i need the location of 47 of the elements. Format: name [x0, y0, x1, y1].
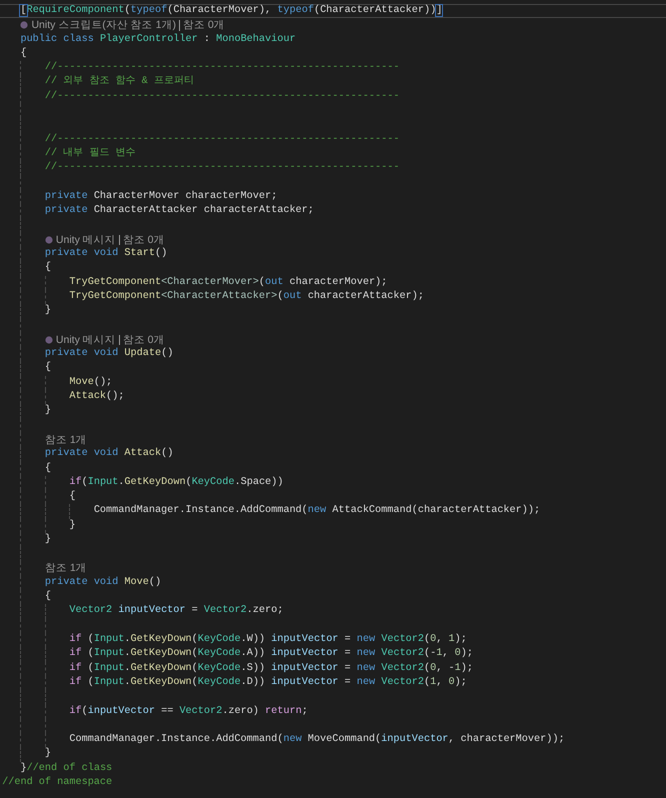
code-line: TryGetComponent<CharacterMover>(out characterMover); [69, 276, 388, 290]
code-line: if(inputVector == Vector2.zero) return; [69, 704, 308, 719]
code-line: private CharacterMover characterMover; [44, 190, 278, 204]
code-line: // 외부 참조 함수 & 프로퍼티 [44, 75, 194, 90]
code-line: { [69, 490, 76, 504]
code-line: if (Input.GetKeyDown(KeyCode.S)) inputVector = new Vector2(0, -1); [69, 662, 473, 676]
code-line: Move(); [69, 376, 112, 390]
code-line: if (Input.GetKeyDown(KeyCode.W)) inputVector = new Vector2(0, 1); [69, 633, 467, 648]
code-line: CommandManager.Instance.AddCommand(new AttackCommand(characterAttacker)); [94, 504, 540, 518]
code-line: //-------------------------------------------------------- [44, 90, 400, 104]
code-line: } [44, 747, 52, 762]
code-lens-link[interactable]: Unity 메시지 [56, 234, 116, 246]
code-line: private void Move() [44, 576, 162, 590]
code-line: Attack(); [69, 390, 124, 404]
code-line: //-------------------------------------------------------- [44, 132, 400, 147]
code-line: CommandManager.Instance.AddCommand(new MoveCommand(inputVector, characterMover)); [69, 733, 565, 748]
code-line: // 내부 필드 변수 [44, 146, 136, 161]
code-line: //-------------------------------------------------------- [44, 61, 400, 76]
code-lens-link[interactable]: Unity 메시지 [56, 334, 116, 346]
code-line: { [44, 590, 52, 604]
code-line: } [44, 304, 52, 318]
code-line: } [69, 518, 76, 533]
code-line: } [44, 404, 52, 418]
code-line: private void Start() [44, 247, 168, 262]
code-line: public class PlayerController : MonoBehaviour [20, 32, 296, 47]
code-lens-link[interactable]: 참조 1개 [44, 563, 87, 574]
code-line: private CharacterAttacker characterAttacker; [44, 204, 314, 218]
code-line: { [20, 46, 27, 61]
code-line: { [44, 261, 52, 276]
code-line: }//end of class [20, 762, 112, 776]
code-line: { [44, 361, 52, 376]
code-lens-link[interactable]: 참조 1개 [44, 434, 87, 446]
code-line: TryGetComponent<CharacterAttacker>(out characterAttacker); [69, 290, 424, 304]
code-line: { [44, 462, 52, 476]
code-line: //end of namespace [2, 776, 112, 790]
code-lens-link[interactable]: 참조 0개 [182, 20, 225, 31]
code-line: private void Attack() [44, 447, 174, 462]
code-line: private void Update() [44, 347, 174, 362]
code-line: if(Input.GetKeyDown(KeyCode.Space)) [69, 476, 284, 490]
code-line: if (Input.GetKeyDown(KeyCode.D)) inputVector = new Vector2(1, 0); [69, 676, 467, 690]
code-line: Vector2 inputVector = Vector2.zero; [69, 604, 284, 618]
code-lens-link[interactable]: Unity 스크립트(자산 참조 1개) [31, 20, 176, 31]
code-lens-link[interactable]: 참조 0개 [122, 334, 165, 346]
code-lens-link[interactable]: 참조 0개 [122, 234, 165, 246]
code-line: if (Input.GetKeyDown(KeyCode.A)) inputVector = new Vector2(-1, 0); [69, 647, 473, 662]
code-line: //-------------------------------------------------------- [44, 161, 400, 176]
code-line: } [44, 532, 52, 547]
